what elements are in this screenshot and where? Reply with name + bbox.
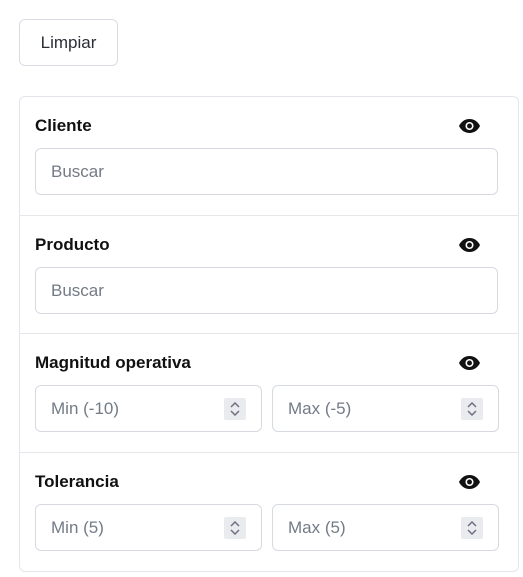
stepper-icon[interactable] [224, 517, 246, 539]
magnitud-max-field [272, 385, 499, 432]
filter-label: Tolerancia [35, 472, 119, 491]
cliente-search-input[interactable] [35, 148, 498, 195]
eye-icon[interactable] [458, 236, 480, 254]
tolerancia-min-input[interactable] [36, 505, 216, 550]
filter-label: Cliente [35, 116, 92, 135]
tolerancia-min-field [35, 504, 262, 551]
eye-icon[interactable] [458, 354, 480, 372]
eye-icon[interactable] [458, 117, 480, 135]
magnitud-min-input[interactable] [36, 386, 216, 431]
producto-search-input[interactable] [35, 267, 498, 314]
filter-section-magnitud: Magnitud operativa [20, 334, 518, 453]
filter-panel: Cliente Producto Magnitud operativa [19, 96, 519, 572]
eye-icon[interactable] [458, 473, 480, 491]
filter-section-cliente: Cliente [20, 97, 518, 216]
stepper-icon[interactable] [461, 398, 483, 420]
tolerancia-max-field [272, 504, 499, 551]
filter-section-producto: Producto [20, 216, 518, 334]
stepper-icon[interactable] [224, 398, 246, 420]
magnitud-max-input[interactable] [273, 386, 453, 431]
filter-label: Magnitud operativa [35, 353, 191, 372]
filter-section-tolerancia: Tolerancia [20, 453, 518, 571]
clear-button[interactable]: Limpiar [19, 19, 118, 66]
stepper-icon[interactable] [461, 517, 483, 539]
magnitud-min-field [35, 385, 262, 432]
filter-label: Producto [35, 235, 110, 254]
tolerancia-max-input[interactable] [273, 505, 453, 550]
